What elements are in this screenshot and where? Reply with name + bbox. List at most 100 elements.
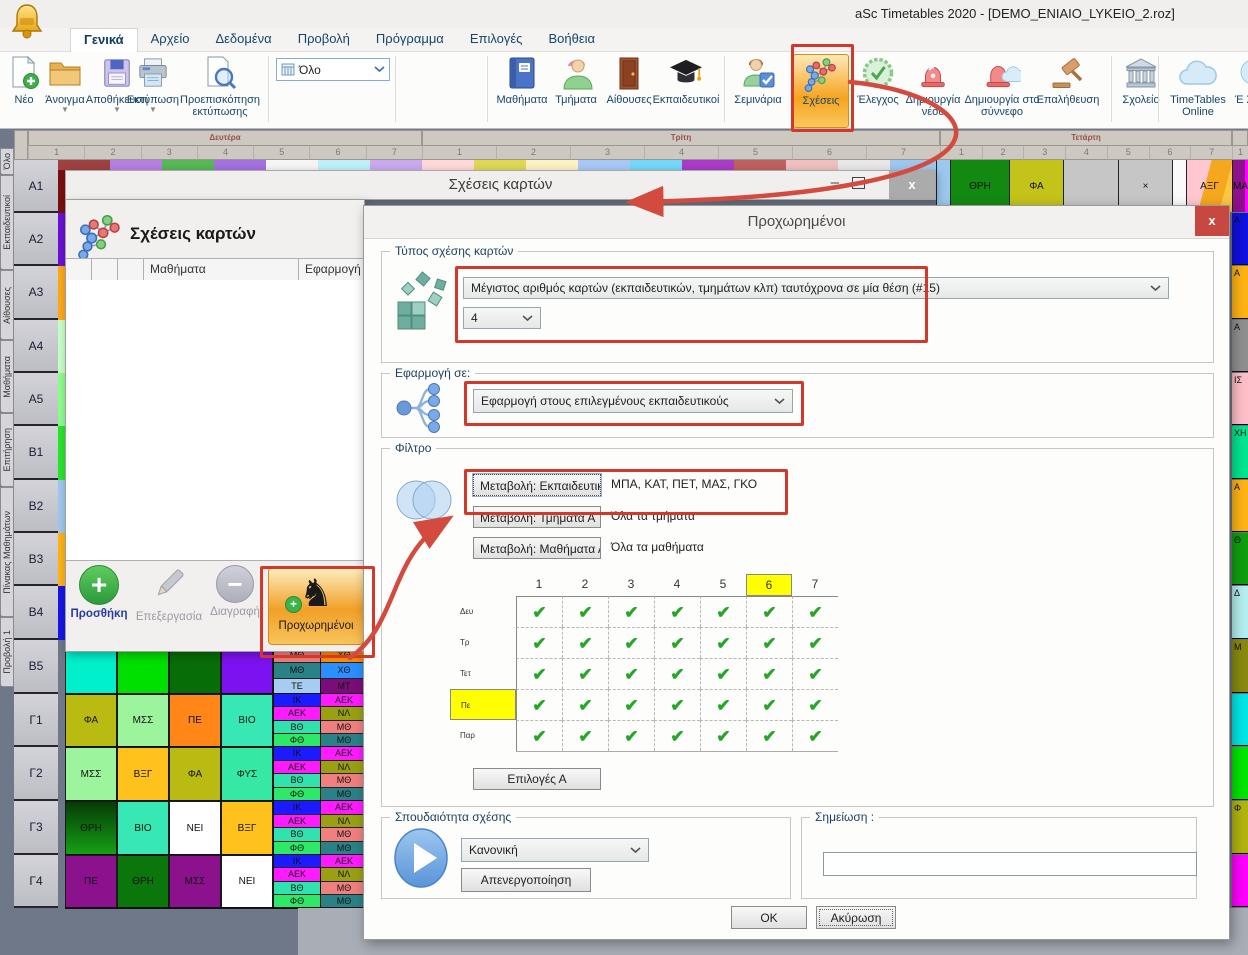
timetable-cell[interactable]: ΒΘ [274,828,320,842]
note-input[interactable] [823,852,1197,876]
grid-check-cell[interactable]: ✔ [746,596,792,627]
timetable-cell[interactable]: ΒΘ [274,774,320,788]
timetable-cell-clipped[interactable]: Α [1232,266,1248,319]
timetable-cell-clipped[interactable]: ΧΗ [1232,426,1248,479]
advanced-button[interactable]: ♞+Προχωρημένοι [268,567,364,645]
app-logo-bell-icon[interactable] [8,2,46,42]
view-tab-Αίθουσες[interactable]: Αίθουσες [0,270,14,340]
ribbon-item-print-preview[interactable]: Προεπισκόπηση εκτύπωσης [174,54,266,126]
timetable-cell[interactable]: ΦΘ [274,734,320,747]
grid-check-cell[interactable]: ✔ [562,720,608,751]
row-header-B4[interactable]: B4 [14,586,58,640]
row-header-A1[interactable]: A1 [14,160,58,213]
ribbon-item-school-building[interactable]: Σχολείο [1115,54,1167,126]
relations-window-titlebar[interactable]: Σχέσεις καρτών – x [65,170,936,200]
grid-check-cell[interactable]: ✔ [792,720,838,751]
timetable-cell[interactable]: ΜΘ [321,788,367,802]
row-header-Γ4[interactable]: Γ4 [14,855,58,908]
grid-check-cell[interactable]: ✔ [654,689,700,720]
timetable-cell[interactable]: ΜΤ [321,679,367,694]
view-tab-Επιτήρηση[interactable]: Επιτήρηση [0,413,14,487]
ribbon-item-verify-gavel[interactable]: Επαλήθευση [1032,54,1104,126]
grid-check-cell[interactable]: ✔ [792,658,838,689]
row-header-A2[interactable]: A2 [14,213,58,266]
menu-tab-Πρόγραμμα[interactable]: Πρόγραμμα [363,28,457,52]
filter-change-button-0[interactable]: Μεταβολή: Εκπαιδευτικοί Α [473,474,601,496]
grid-check-cell[interactable]: ✔ [746,627,792,658]
ribbon-item-clipped[interactable]: Έ Σχ [1234,54,1248,126]
row-header-A3[interactable]: A3 [14,266,58,320]
timetable-cell[interactable]: ΧΘ [321,663,367,678]
timetable-cell[interactable]: ΜΘ [321,882,367,895]
timetable-cell[interactable]: ΒΘ [274,721,320,734]
apply-to-select[interactable]: Εφαρμογή στους επιλεγμένους εκπαιδευτικο… [473,389,793,413]
ribbon-item-new-document[interactable]: Νέο [6,54,42,126]
grid-check-cell[interactable]: ✔ [700,689,746,720]
grid-check-cell[interactable]: ✔ [516,720,562,751]
row-header-A4[interactable]: A4 [14,320,58,373]
grid-check-cell[interactable]: ✔ [654,627,700,658]
grid-check-cell[interactable]: ✔ [562,689,608,720]
timetable-cell[interactable]: ΜΘ [321,721,367,734]
ribbon-item-relations-molecule[interactable]: Σχέσεις [793,54,849,128]
timetable-cell[interactable]: ΙΚ [274,747,320,761]
timetable-cell[interactable]: ΘΡΗ [117,855,169,908]
count-select[interactable]: 4 [463,307,541,329]
timetable-cell-clipped[interactable]: Μ [1232,640,1248,693]
toolbar-edit-pencil[interactable]: Επεξεργασία [132,565,206,623]
timetable-cell[interactable]: ΝΕΙ [221,855,273,908]
timetable-cell[interactable]: ΦΥΣ [221,747,273,801]
row-header-B3[interactable]: B3 [14,533,58,586]
filter-change-button-2[interactable]: Μεταβολή: Μαθήματα Α [473,537,601,559]
timetable-cell-clipped[interactable] [1232,747,1248,800]
timetable-cell[interactable]: ΑΕΚ [274,761,320,775]
grid-check-cell[interactable]: ✔ [792,627,838,658]
grid-check-cell[interactable]: ✔ [516,596,562,627]
ribbon-item-check-seal[interactable]: Έλεγχος [849,54,907,126]
timetable-cell[interactable]: ΝΛ [321,815,367,829]
grid-check-cell[interactable]: ✔ [654,720,700,751]
timetable-cell[interactable]: ΑΕΚ [321,801,367,815]
timetable-cell[interactable]: ΜΘ [321,734,367,747]
menu-tab-Γενικά[interactable]: Γενικά [70,28,138,53]
toolbar-delete-minus[interactable]: −Διαγραφή [206,565,264,618]
timetable-cell[interactable]: ΒΙΟ [221,694,273,747]
menu-tab-Αρχείο[interactable]: Αρχείο [138,28,203,52]
maximize-icon[interactable] [852,177,865,189]
grid-check-cell[interactable]: ✔ [516,658,562,689]
grid-check-cell[interactable]: ✔ [746,689,792,720]
timetable-cell[interactable]: ΜΘ [321,842,367,856]
timetable-cell[interactable]: ΙΚ [274,801,320,815]
timetable-cell[interactable]: ΑΕΚ [274,868,320,881]
menu-tab-Επιλογές[interactable]: Επιλογές [457,28,536,52]
timetable-cell[interactable]: ΤΕ [274,679,320,694]
timetable-cell[interactable]: ΠΕ [169,694,221,747]
timetable-cell[interactable]: ΠΕ [65,855,117,908]
close-icon[interactable]: x [1195,206,1229,236]
timetable-cell[interactable]: ΑΕΚ [321,855,367,868]
timetable-cell[interactable]: ΒΙΟ [117,801,169,855]
timetable-cell[interactable]: ΑΕΚ [321,694,367,707]
timetable-cell[interactable]: ΦΘ [274,842,320,856]
timetable-cell-clipped[interactable]: Θ [1232,533,1248,585]
grid-check-cell[interactable]: ✔ [608,627,654,658]
filter-change-button-1[interactable]: Μεταβολή: Τμήματα Α [473,506,601,528]
ribbon-item-classes-person[interactable]: Τμήματα [549,54,603,126]
ok-button[interactable]: OK [731,906,807,929]
row-header-B1[interactable]: B1 [14,426,58,480]
view-tab-Προβολή 1[interactable]: Προβολή 1 [0,617,14,687]
timetable-cell[interactable]: ΝΛ [321,761,367,775]
timetable-cell[interactable]: ΝΛ [321,707,367,720]
grid-check-cell[interactable]: ✔ [792,596,838,627]
grid-check-cell[interactable]: ✔ [562,596,608,627]
timetable-cell[interactable]: ΦΑ [169,747,221,801]
grid-check-cell[interactable]: ✔ [516,627,562,658]
timetable-cell-clipped[interactable]: Α [1232,213,1248,265]
timetable-cell[interactable]: ΘΡΗ [169,648,221,694]
timetable-cell-clipped[interactable] [1232,694,1248,746]
timetable-cell[interactable]: ΜΣΣ [65,747,117,801]
options-a-button[interactable]: Επιλογές Α [473,768,601,790]
row-header-A5[interactable]: A5 [14,373,58,426]
timetable-cell[interactable]: ΜΣΣ [117,694,169,747]
timetable-cell[interactable]: ΦΥΣ [221,648,273,694]
